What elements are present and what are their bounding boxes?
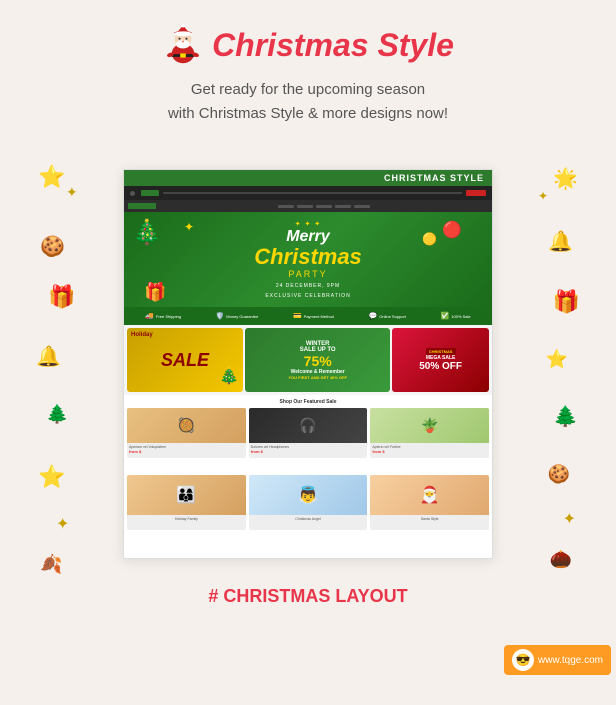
preview-nav [124, 186, 492, 200]
preview-wrapper: ⭐ ✦ 🍪 🎁 🔔 🌲 ⭐ ✦ 🍂 🌟 ✦ 🔔 🎁 ⭐ 🌲 🍪 ✦ 🌰 CHRI… [18, 154, 598, 574]
preview-features: 🚚Free Shipping 🛡️Money Guarantee 💳Paymen… [124, 307, 492, 325]
bottom-card-2: 👼 Christmas Angel [249, 475, 368, 530]
footer-section: # CHRISTMAS LAYOUT 😎 www.tqge.com [208, 582, 407, 611]
nav-category [128, 203, 156, 209]
deco-spark-1: ✦ [56, 514, 69, 534]
deco-acorn-1: 🍂 [40, 554, 62, 575]
nav-brand [141, 190, 159, 196]
hashtag-text: # CHRISTMAS LAYOUT [208, 586, 407, 607]
deco-pine-r1: 🌲 [553, 404, 578, 429]
nav-links [163, 192, 462, 194]
deco-gift-r1: 🎁 [553, 289, 580, 315]
hero-christmas: Christmas [254, 245, 362, 269]
bottom-img-1: 👨‍👩‍👦 [127, 475, 246, 515]
off-text: 50% OFF [419, 361, 462, 372]
deco-pine-1: 🌲 [46, 404, 68, 425]
hero-subdate: EXCLUSIVE CELEBRATION [254, 293, 362, 299]
deco-spark-r1: ✦ [538, 189, 548, 203]
deco-cookie-1: 🍪 [40, 234, 65, 259]
hero-tree: 🎄 [132, 218, 162, 247]
logo-row: Christmas Style [162, 24, 454, 66]
feature-payment: 💳Payment Method [293, 312, 334, 320]
header-section: Christmas Style Get ready for the upcomi… [162, 0, 454, 154]
sale-label: SALE [161, 350, 209, 371]
deco-star-r2: ⭐ [546, 349, 568, 370]
feature-guarantee: 🛡️Money Guarantee [216, 312, 259, 320]
hero-ball-red: 🔴 [442, 220, 462, 240]
preview-top-bar: CHRISTMAS STYLE [124, 170, 492, 186]
preview-secondary-nav [124, 200, 492, 212]
deco-star-1: ⭐ [38, 164, 65, 190]
hero-gift: 🎁 [144, 282, 166, 303]
product-card-2: 🎧 Dolores vel Headphones from $ [249, 408, 368, 458]
hero-ball-gold: 🟡 [422, 232, 437, 246]
product-img-1: 🥘 [127, 408, 246, 443]
product-info-1: Aperiam vel Voluptatem from $ [127, 443, 246, 456]
bottom-img-2: 👼 [249, 475, 368, 515]
christmas-sale-badge: CHRISTMAS [426, 348, 456, 355]
product-info-2: Dolores vel Headphones from $ [249, 443, 368, 456]
watermark-logo: 😎 [512, 649, 534, 671]
hero-pretext: ✦ ✦ ✦ [254, 220, 362, 228]
hero-text-area: ✦ ✦ ✦ Merry Christmas PARTY 24 DECEMBER,… [254, 220, 362, 300]
product-card-3: 🪴 Apterio vel Furtive from $ [370, 408, 489, 458]
santa-icon [162, 24, 204, 66]
bottom-card-1: 👨‍👩‍👦 Holiday Family [127, 475, 246, 530]
hero-date: 24 DECEMBER, 9PM [254, 283, 362, 289]
sale-card-red: CHRISTMAS MEGA SALE 50% OFF [392, 328, 489, 392]
deco-gift-1: 🎁 [48, 284, 75, 310]
nav-links-row [159, 205, 488, 208]
watermark-url: www.tqge.com [538, 655, 603, 666]
bottom-img-3: 🎅 [370, 475, 489, 515]
page-title: Christmas Style [212, 27, 454, 64]
subtitle-text: Get ready for the upcoming season with C… [168, 78, 448, 126]
feature-support: 💬Online Support [369, 312, 406, 320]
preview-hero: 🎄 ✦ ✦ ✦ ✦ Merry Christmas PARTY 24 DECEM… [124, 212, 492, 307]
percent-text: 75% [304, 353, 332, 369]
feature-shipping: 🚚Free Shipping [145, 312, 181, 320]
deco-acorn-r1: 🌰 [550, 549, 572, 570]
nav-button [466, 190, 486, 196]
bottom-row: 👨‍👩‍👦 Holiday Family 👼 Christmas Angel 🎅… [124, 475, 492, 540]
bottom-card-3: 🎅 Santa Style [370, 475, 489, 530]
hero-merry: Merry [254, 228, 362, 246]
product-img-2: 🎧 [249, 408, 368, 443]
deco-bell-r1: 🔔 [548, 229, 573, 254]
sale-card-yellow: Holiday SALE 🎄 [127, 328, 243, 392]
deco-cookie-r1: 🍪 [548, 464, 570, 485]
hero-party: PARTY [254, 269, 362, 279]
deco-star-r1: 🌟 [553, 166, 578, 191]
deco-star-2: ✦ [66, 184, 78, 201]
watermark: 😎 www.tqge.com [504, 645, 611, 675]
preview-sale-section: Holiday SALE 🎄 WINTER SALE UP TO 75% Wel… [124, 325, 492, 395]
product-row: 🥘 Aperiam vel Voluptatem from $ 🎧 Dolore… [127, 408, 489, 458]
deco-bell-1: 🔔 [36, 344, 61, 369]
product-card-1: 🥘 Aperiam vel Voluptatem from $ [127, 408, 246, 458]
deco-star-3: ⭐ [38, 464, 65, 490]
product-img-3: 🪴 [370, 408, 489, 443]
preview-products: Shop Our Featured Sale 🥘 Aperiam vel Vol… [124, 395, 492, 475]
nav-logo [130, 191, 135, 196]
sale-card-green: WINTER SALE UP TO 75% Welcome & Remember… [245, 328, 390, 392]
feature-sale: ✅100% Sale [441, 312, 471, 320]
hero-star: ✦ [184, 220, 194, 234]
deco-spark-r2: ✦ [563, 509, 576, 529]
you-first-text: YOU FIRST AND GET 40% OFF [288, 375, 347, 380]
shop-title: Shop Our Featured Sale [127, 399, 489, 405]
product-info-3: Apterio vel Furtive from $ [370, 443, 489, 456]
website-preview: CHRISTMAS STYLE 🎄 ✦ ✦ ✦ ✦ [123, 169, 493, 559]
